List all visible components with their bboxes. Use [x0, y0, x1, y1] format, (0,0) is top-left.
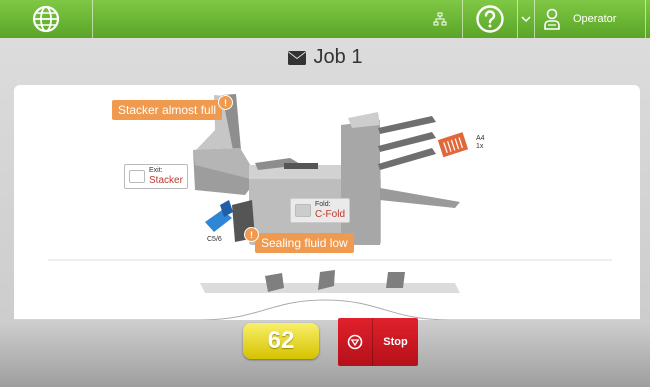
stop-icon	[347, 334, 363, 350]
envelope-size-label: C5/6	[207, 236, 222, 243]
feeder-a4-tag[interactable]: A4 1x	[476, 135, 485, 151]
fold-tag[interactable]: Fold: C-Fold	[290, 198, 351, 223]
exit-stacker-tag[interactable]: Exit: Stacker	[124, 164, 188, 189]
stop-label: Stop	[383, 336, 408, 348]
stacker-warning-icon[interactable]: !	[218, 95, 233, 110]
fold-value: C-Fold	[315, 209, 346, 220]
fold-icon	[295, 204, 311, 217]
stacker-warning[interactable]: Stacker almost full	[112, 100, 223, 120]
exit-icon	[129, 170, 145, 183]
fold-label: Fold:	[315, 201, 331, 208]
bottom-bar	[0, 320, 650, 387]
exit-label: Exit:	[149, 167, 163, 174]
piece-counter[interactable]: 62	[243, 323, 319, 359]
feeder-paper-label: A4	[476, 135, 485, 142]
feeder-count: 1x	[476, 143, 484, 150]
exit-value: Stacker	[149, 175, 183, 186]
stop-button[interactable]: Stop	[338, 318, 418, 366]
sealing-warning-icon[interactable]: !	[244, 227, 259, 242]
sealing-warning[interactable]: Sealing fluid low	[255, 233, 354, 253]
